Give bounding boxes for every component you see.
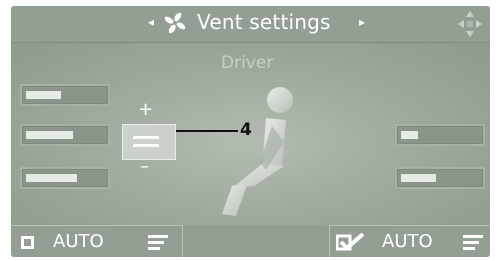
menu-lines-icon[interactable] [148, 235, 168, 251]
zone-label: Driver [221, 53, 274, 73]
checkbox-checked-icon[interactable] [336, 233, 366, 253]
level-fill [401, 131, 418, 139]
stepper-line [133, 144, 159, 147]
right-vent-level-bar-1[interactable] [395, 124, 485, 146]
level-fill [26, 91, 61, 99]
left-vent-level-bar-1[interactable] [20, 84, 110, 106]
level-fill [26, 174, 77, 182]
increase-button[interactable]: + [138, 99, 153, 120]
left-vent-level-bar-2[interactable] [20, 124, 110, 146]
left-auto-control[interactable]: AUTO [11, 225, 183, 257]
next-arrow-button[interactable]: ▸ [359, 15, 365, 29]
menu-lines-icon[interactable] [463, 235, 483, 251]
level-fill [401, 174, 436, 182]
page-title: Vent settings [197, 10, 331, 34]
stepper-line [133, 136, 159, 139]
previous-arrow-button[interactable]: ◂ [148, 15, 154, 29]
navigation-arrows-icon[interactable] [457, 10, 483, 38]
left-vent-level-bar-3[interactable] [20, 167, 110, 189]
right-auto-label: AUTO [382, 231, 433, 252]
decrease-button[interactable]: – [140, 156, 149, 177]
vent-level-stepper[interactable] [122, 124, 176, 160]
bottom-bar: AUTO AUTO [11, 225, 490, 257]
seat-occupant-icon [222, 87, 293, 216]
fan-icon [164, 12, 186, 34]
level-fill [26, 131, 73, 139]
vent-settings-screen: ◂ Vent settings ▸ Driver + – 4 AUTO AUTO [11, 6, 490, 257]
checkbox-unchecked-icon[interactable] [21, 236, 34, 249]
title-bar: ◂ Vent settings ▸ [11, 6, 490, 43]
left-auto-label: AUTO [53, 231, 104, 252]
right-vent-level-bar-2[interactable] [395, 167, 485, 189]
